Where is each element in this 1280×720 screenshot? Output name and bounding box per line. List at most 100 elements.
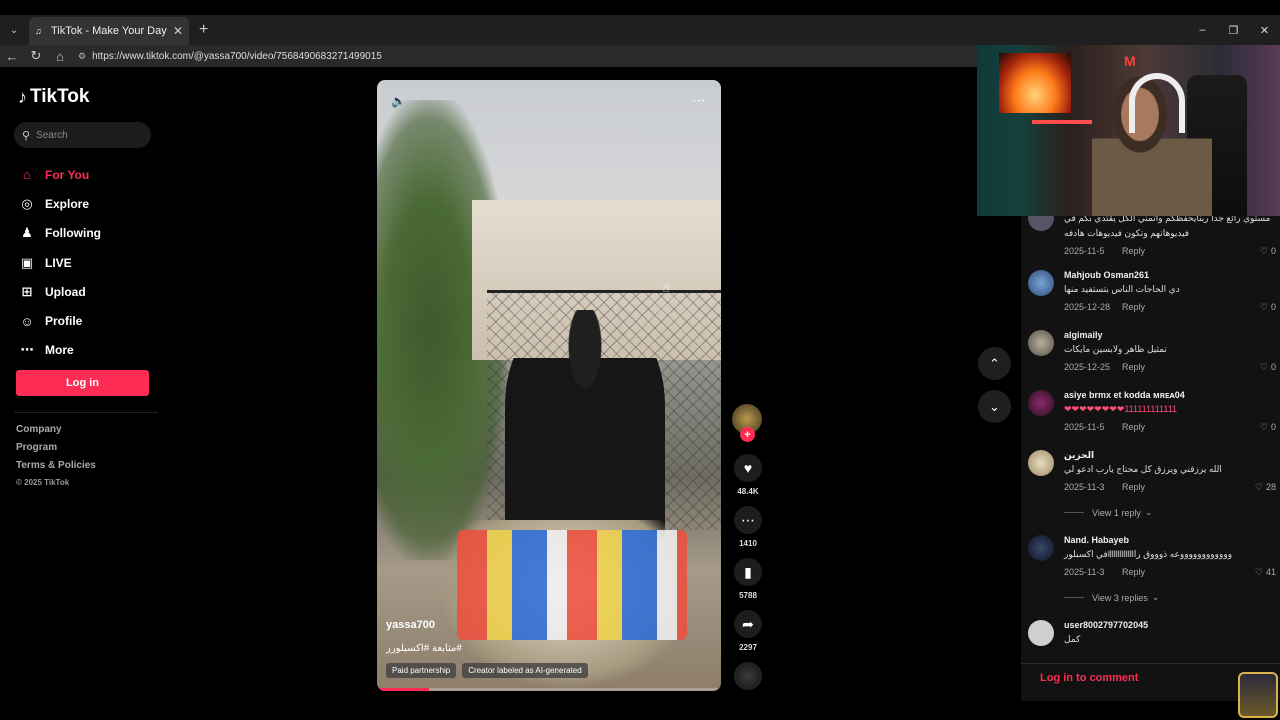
view-replies-button[interactable]: View 3 replies ⌄ (1064, 592, 1159, 603)
reply-link[interactable]: Reply (1122, 422, 1260, 432)
commenter-avatar[interactable] (1028, 270, 1054, 296)
sidebar-item-profile[interactable]: ☺ Profile (18, 306, 101, 335)
restore-icon[interactable]: ❐ (1218, 24, 1249, 37)
reply-link[interactable]: Reply (1122, 567, 1255, 577)
tab-close-icon[interactable]: ✕ (173, 24, 183, 38)
previous-video-button[interactable]: ⌃ (978, 347, 1011, 380)
url-field[interactable]: ⚙ https://www.tiktok.com/@yassa700/video… (78, 51, 382, 62)
sidebar-item-label: Profile (45, 314, 83, 329)
url-text: https://www.tiktok.com/@yassa700/video/7… (92, 50, 382, 62)
sidebar-item-explore[interactable]: ◎ Explore (18, 189, 101, 218)
sidebar-item-label: More (45, 343, 74, 358)
back-icon[interactable]: ← (0, 49, 24, 64)
sidebar-item-live[interactable]: ▣ LIVE (18, 248, 101, 277)
save-button[interactable]: ▮ 5788 (732, 558, 764, 600)
comment-like[interactable]: ♡ 0 (1260, 302, 1276, 313)
site-info-icon[interactable]: ⚙ (78, 51, 86, 62)
comment-username[interactable]: الحزين (1064, 450, 1276, 464)
search-input[interactable]: ⚲ Search (14, 122, 151, 148)
minimize-icon[interactable]: – (1187, 24, 1218, 36)
reply-link[interactable]: Reply (1122, 302, 1260, 312)
webcam-brand-logo-icon: M (1124, 53, 1136, 69)
new-tab-icon[interactable]: + (199, 21, 208, 39)
tab-title: TikTok - Make Your Day (51, 25, 167, 37)
person-plus-icon: ♟ (21, 225, 33, 241)
tiktok-logo[interactable]: ♪ TikTok (18, 86, 89, 108)
comment-date: 2025-11-3 (1064, 482, 1105, 492)
reply-divider-line (1064, 597, 1084, 598)
footer-link-terms[interactable]: Terms & Policies (16, 460, 96, 478)
login-button[interactable]: Log in (16, 370, 149, 396)
reply-link[interactable]: Reply (1122, 246, 1260, 256)
like-button[interactable]: ♥ 48.4K (732, 454, 764, 496)
sidebar-item-upload[interactable]: ⊞ Upload (18, 277, 101, 306)
heart-icon: ♥ (734, 454, 762, 482)
sidebar-item-following[interactable]: ♟ Following (18, 219, 101, 248)
commenter-avatar[interactable] (1028, 330, 1054, 356)
tab-list-button[interactable]: ⌄ (3, 19, 25, 41)
comment-like-count: 0 (1270, 421, 1276, 432)
comment-button[interactable]: ⋯ 1410 (732, 506, 764, 548)
sidebar-item-label: Upload (45, 284, 86, 299)
close-window-icon[interactable]: ✕ (1249, 24, 1280, 37)
bookmark-icon: ▮ (734, 558, 762, 586)
video-username[interactable]: yassa700 (386, 619, 435, 631)
commenter-avatar[interactable] (1028, 535, 1054, 561)
comment-like[interactable]: ♡ 0 (1260, 362, 1276, 373)
comment-like-count: 0 (1270, 301, 1276, 312)
view-replies-label: View 1 reply (1092, 507, 1141, 518)
comment-username[interactable]: Nand. Habayeb (1064, 535, 1276, 549)
footer-link-company[interactable]: Company (16, 424, 96, 442)
video-progress-bar[interactable] (377, 688, 721, 691)
comment-date: 2025-12-28 (1064, 302, 1111, 312)
heart-outline-icon: ♡ (1254, 481, 1263, 492)
more-options-icon[interactable]: ⋯ (692, 92, 707, 109)
sidebar-item-for-you[interactable]: ⌂ For You (18, 160, 101, 189)
commenter-avatar[interactable] (1028, 450, 1054, 476)
video-scene-snack-boxes (457, 530, 687, 640)
video-player[interactable]: 🔈 ⋯ ☝ yassa700 #متابعة #اكسبلورر Paid pa… (377, 80, 721, 691)
like-count: 48.4K (737, 487, 759, 496)
comment-username[interactable]: algimaily (1064, 330, 1276, 344)
home-nav-icon[interactable]: ⌂ (48, 49, 72, 64)
logo-text: TikTok (30, 86, 90, 107)
volume-icon[interactable]: 🔈 (391, 94, 406, 108)
next-video-button[interactable]: ⌄ (978, 390, 1011, 423)
browser-tab[interactable]: ♫ TikTok - Make Your Day ✕ (29, 17, 189, 45)
comment-like[interactable]: ♡ 28 (1255, 482, 1276, 493)
reload-icon[interactable]: ↻ (24, 48, 48, 64)
share-count: 2297 (739, 643, 757, 652)
commenter-avatar[interactable] (1028, 390, 1054, 416)
comment-text: تمثيل ظاهر ولابسين مايكات (1064, 344, 1167, 354)
sidebar-item-label: Explore (45, 196, 90, 211)
video-progress-fill (377, 688, 429, 691)
comment-bubble-icon: ⋯ (734, 506, 762, 534)
window-controls: – ❐ ✕ (1187, 15, 1280, 45)
comment-text: ووووووووووووعه ذوووق راlllllllllllllفي ا… (1064, 549, 1233, 559)
home-icon: ⌂ (23, 167, 31, 183)
comment-text-line2: فيديوهاتهم وتكون فيديوهات هادفه (1064, 228, 1190, 238)
music-disc-icon[interactable] (734, 662, 762, 690)
footer-link-program[interactable]: Program (16, 442, 96, 460)
video-tags: Paid partnership Creator labeled as AI-g… (386, 663, 588, 678)
search-icon: ⚲ (22, 129, 31, 142)
reply-link[interactable]: Reply (1122, 482, 1255, 492)
comment-username[interactable]: Mahjoub Osman261 (1064, 270, 1276, 284)
comment-like-count: 0 (1270, 361, 1276, 372)
comment-like[interactable]: ♡ 0 (1260, 246, 1276, 257)
chevron-up-icon: ⌃ (989, 355, 1000, 371)
sidebar-item-more[interactable]: ⋯ More (18, 336, 101, 365)
comment-like[interactable]: ♡ 41 (1255, 567, 1276, 578)
share-button[interactable]: ➦ 2297 (732, 610, 764, 652)
comment-text: الله يرزقني ويرزق كل محتاج يارب ادعو لي (1064, 464, 1222, 474)
mouse-cursor-icon: ☝ (662, 280, 670, 295)
login-to-comment-link[interactable]: Log in to comment (1040, 672, 1138, 684)
comment-username[interactable]: user8002797702045 (1064, 620, 1276, 634)
follow-plus-icon[interactable]: + (740, 427, 755, 442)
action-bar: + ♥ 48.4K ⋯ 1410 ▮ 5788 ➦ 2297 (732, 404, 764, 690)
comment-username[interactable]: asiye brmx et kodda ᴍʀᴇᴀ04 (1064, 390, 1276, 404)
default-avatar-icon[interactable] (1028, 620, 1054, 646)
comment-like[interactable]: ♡ 0 (1260, 422, 1276, 433)
view-replies-button[interactable]: View 1 reply ⌄ (1064, 507, 1152, 518)
reply-link[interactable]: Reply (1122, 362, 1260, 372)
